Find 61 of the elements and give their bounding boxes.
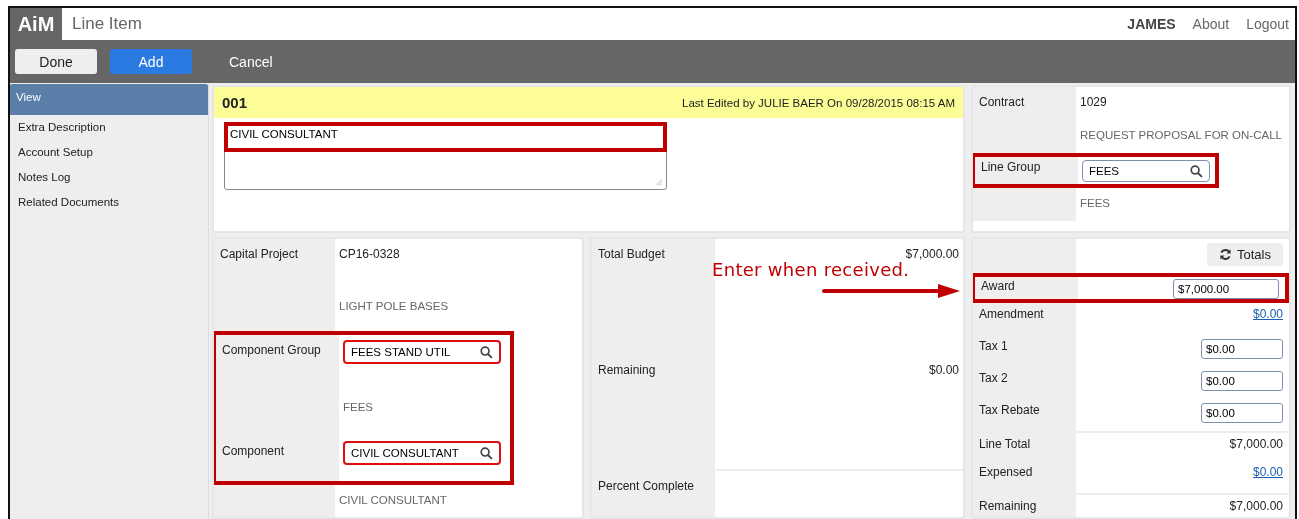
header-link[interactable]: About [1192, 16, 1230, 32]
page-title: Line Item [72, 14, 143, 34]
lookup-field[interactable]: FEES [1082, 160, 1210, 182]
label-cell: Component [216, 436, 339, 481]
description-text: FEES [1080, 197, 1111, 209]
amount-field[interactable]: $0.00 [1201, 339, 1283, 359]
refresh-icon [1219, 248, 1233, 261]
label-cell: Tax Rebate [973, 399, 1076, 431]
field-value: $7,000.00 [905, 247, 959, 261]
sidebar-item[interactable]: View [10, 84, 208, 115]
annotation-text: Enter when received. [712, 260, 910, 280]
label-cell: Award [975, 277, 1078, 299]
label-cell: Component Group [216, 335, 339, 380]
amount-link[interactable]: $0.00 [1252, 307, 1283, 321]
description-text: LIGHT POLE BASES [339, 300, 449, 312]
search-icon[interactable] [1190, 164, 1203, 178]
description-text: CIVIL CONSULTANT [339, 494, 447, 506]
sidebar-item[interactable]: Extra Description [10, 115, 208, 140]
label-cell: Expensed [973, 461, 1076, 493]
amount-field[interactable]: $7,000.00 [1173, 279, 1279, 299]
lookup-field[interactable]: CIVIL CONSULTANT [343, 441, 501, 465]
sidebar-item[interactable]: Related Documents [10, 190, 208, 215]
label-cell: Remaining [592, 355, 715, 469]
lookup-field[interactable]: FEES STAND UTIL [343, 340, 501, 364]
field-value: 1029 [1080, 95, 1107, 109]
totals-button[interactable]: Totals [1207, 243, 1283, 266]
amount-field[interactable]: $0.00 [1201, 371, 1283, 391]
lookup-input[interactable]: CIVIL CONSULTANT [351, 447, 480, 459]
label-cell: Amendment [973, 303, 1076, 335]
last-edited-text: Last Edited by JULIE BAER On 09/28/2015 08:15 AM [682, 96, 955, 109]
label-cell: Tax 2 [973, 367, 1076, 399]
description-text: FEES [343, 401, 374, 413]
toolbar-button[interactable]: Cancel [205, 49, 297, 74]
label-cell: Contract [973, 87, 1076, 120]
description-field[interactable]: CIVIL CONSULTANT [224, 122, 667, 190]
search-icon[interactable] [480, 446, 493, 460]
lookup-input[interactable]: FEES [1089, 165, 1190, 177]
field-value: $7,000.00 [1229, 437, 1283, 451]
label-cell: Remaining [973, 495, 1076, 517]
description-text: REQUEST PROPOSAL FOR ON-CALL [1080, 129, 1282, 141]
description-input[interactable]: CIVIL CONSULTANT [229, 127, 652, 177]
field-value: CP16-0328 [339, 247, 400, 261]
label-cell: Line Total [973, 433, 1076, 461]
sidebar-item[interactable]: Account Setup [10, 140, 208, 165]
user-name[interactable]: JAMES [1127, 16, 1176, 32]
label-cell: Tax 1 [973, 335, 1076, 367]
label-cell: Line Group [975, 157, 1078, 184]
header-link[interactable]: Logout [1246, 16, 1289, 32]
search-icon[interactable] [480, 345, 493, 359]
record-number: 001 [222, 94, 248, 111]
app-logo: AiM [10, 8, 62, 40]
amount-field[interactable]: $0.00 [1201, 403, 1283, 423]
field-value: $0.00 [928, 363, 959, 377]
toolbar-button[interactable]: Done [15, 49, 97, 74]
sidebar-item[interactable]: Notes Log [10, 165, 208, 190]
amount-link[interactable]: $0.00 [1252, 465, 1283, 479]
toolbar-button[interactable]: Add [110, 49, 192, 74]
label-cell: Capital Project [214, 239, 335, 285]
lookup-input[interactable]: FEES STAND UTIL [351, 346, 480, 358]
label-cell: Percent Complete [592, 471, 715, 517]
field-value: $7,000.00 [1229, 499, 1283, 513]
